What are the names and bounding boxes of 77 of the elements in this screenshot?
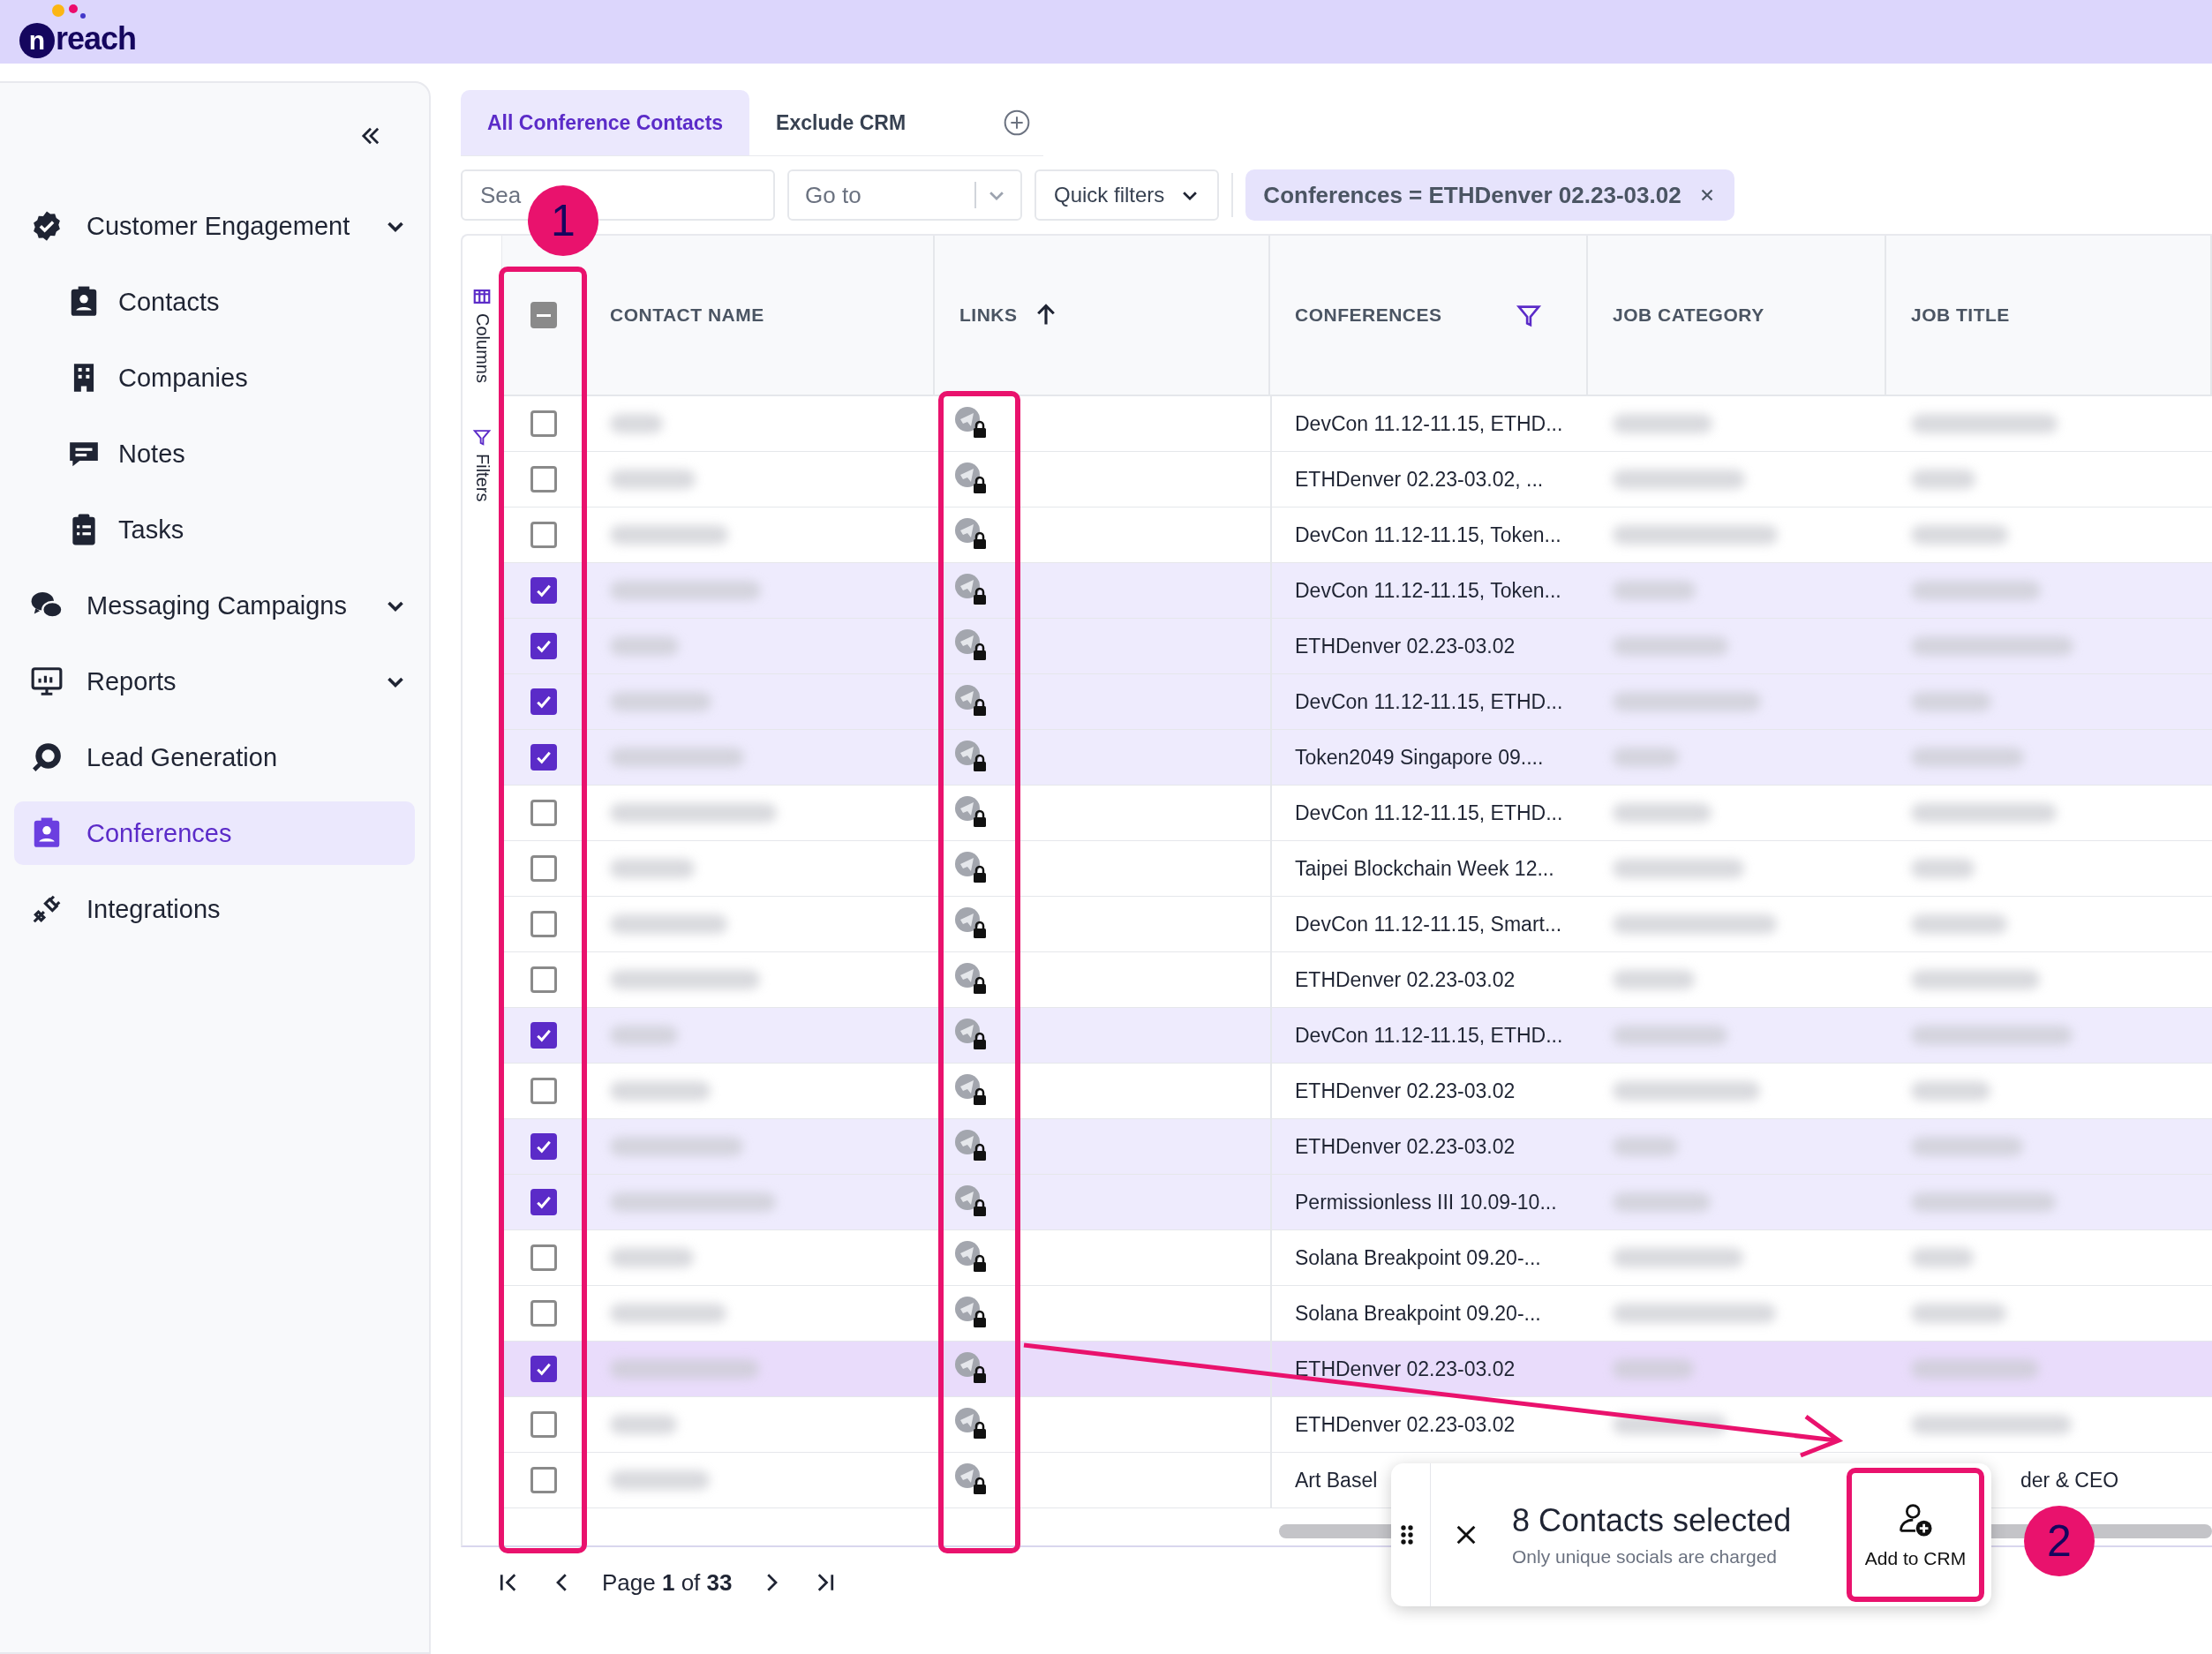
selection-hint: Only unique socials are charged	[1512, 1546, 1778, 1568]
table-cell: DevCon 11.12-11.15, Token...	[1295, 578, 1561, 603]
table-cell: Solana Breakpoint 09.20-...	[1295, 1301, 1541, 1326]
row-checkbox[interactable]	[530, 855, 557, 882]
page-indicator: Page 1 of 33	[602, 1568, 733, 1597]
row-checkbox[interactable]	[530, 1133, 557, 1160]
blurred-text	[610, 414, 663, 433]
row-checkbox[interactable]	[530, 466, 557, 492]
columns-icon	[472, 287, 492, 306]
select-all-checkbox[interactable]	[530, 302, 557, 328]
table-cell: ETHDenver 02.23-03.02	[1295, 1357, 1516, 1381]
table-cell: Taipei Blockchain Week 12...	[1295, 856, 1554, 881]
logo-text: reach	[56, 23, 137, 55]
column-header[interactable]: JOB TITLE	[1886, 236, 2212, 395]
selection-count: 8 Contacts selected	[1512, 1502, 1792, 1539]
logo-mark: n	[19, 23, 55, 58]
row-checkbox[interactable]	[530, 1467, 557, 1493]
table-cell: Token2049 Singapore 09....	[1295, 745, 1544, 770]
row-checkbox[interactable]	[530, 1022, 557, 1049]
row-checkbox[interactable]	[530, 800, 557, 826]
table-cell: DevCon 11.12-11.15, Smart...	[1295, 912, 1562, 936]
row-checkbox[interactable]	[530, 1078, 557, 1104]
table-cell: ETHDenver 02.23-03.02	[1295, 967, 1516, 992]
drag-handle-icon[interactable]	[1400, 1523, 1414, 1546]
sidebar-item[interactable]: Companies	[14, 346, 415, 410]
row-checkbox[interactable]	[530, 688, 557, 715]
column-header[interactable]: LINKS	[935, 236, 1270, 395]
table-cell: Art Basel	[1295, 1468, 1378, 1492]
sidebar-item[interactable]: Reports	[14, 650, 415, 713]
row-checkbox[interactable]	[530, 966, 557, 993]
sidebar-item[interactable]: Contacts	[14, 270, 415, 334]
row-checkbox[interactable]	[530, 1189, 557, 1215]
columns-toggle[interactable]: Columns	[471, 287, 493, 383]
filters-toggle[interactable]: Filters	[471, 426, 493, 502]
blurred-text	[1911, 1248, 1974, 1267]
column-header[interactable]: CONFERENCES	[1270, 236, 1588, 395]
row-checkbox[interactable]	[530, 577, 557, 604]
sidebar-item[interactable]: Customer Engagement	[14, 194, 415, 258]
row-checkbox[interactable]	[530, 1411, 557, 1438]
tab[interactable]: All Conference Contacts	[461, 90, 750, 155]
table-cell: ETHDenver 02.23-03.02	[1295, 634, 1516, 658]
table-cell: Permissionless III 10.09-10...	[1295, 1190, 1557, 1214]
table-cell: ETHDenver 02.23-03.02	[1295, 1412, 1516, 1437]
quick-filters-dropdown[interactable]: Quick filters	[1035, 169, 1220, 221]
row-checkbox[interactable]	[530, 410, 557, 437]
tab[interactable]: Exclude CRM	[749, 90, 933, 155]
add-tab-icon[interactable]	[1003, 109, 1032, 137]
row-checkbox[interactable]	[530, 1356, 557, 1382]
monitor-chart-icon	[30, 665, 64, 698]
table-cell: DevCon 11.12-11.15, ETHD...	[1295, 801, 1563, 825]
search-icon	[30, 741, 64, 774]
sidebar-item[interactable]: Tasks	[14, 498, 415, 561]
table-cell: DevCon 11.12-11.15, ETHD...	[1295, 1023, 1563, 1048]
table-cell: Solana Breakpoint 09.20-...	[1295, 1245, 1541, 1270]
sidebar-item[interactable]: Lead Generation	[14, 726, 415, 789]
filter-chip-label: Conferences = ETHDenver 02.23-03.02	[1263, 181, 1682, 209]
go-to-dropdown[interactable]: Go to	[787, 169, 1022, 221]
table-cell-text: der & CEO	[2020, 1468, 2119, 1492]
table-cell: ETHDenver 02.23-03.02, ...	[1295, 467, 1544, 492]
column-header[interactable]: JOB CATEGORY	[1588, 236, 1886, 395]
sidebar-item[interactable]: Messaging Campaigns	[14, 574, 415, 637]
sidebar-item[interactable]: Conferences	[14, 801, 415, 865]
row-checkbox[interactable]	[530, 1244, 557, 1271]
sidebar-item[interactable]: Integrations	[14, 877, 415, 941]
table-cell: ETHDenver 02.23-03.02	[1295, 1079, 1516, 1103]
blurred-text	[1911, 859, 1975, 878]
table-cell: DevCon 11.12-11.15, ETHD...	[1295, 411, 1563, 436]
annotation-number: 2	[2024, 1506, 2095, 1576]
row-checkbox[interactable]	[530, 744, 557, 771]
row-checkbox[interactable]	[530, 1300, 557, 1327]
table-cell: DevCon 11.12-11.15, Token...	[1295, 523, 1561, 547]
table-cell: DevCon 11.12-11.15, ETHD...	[1295, 689, 1563, 714]
table-cell: ETHDenver 02.23-03.02	[1295, 1134, 1516, 1159]
row-checkbox[interactable]	[530, 633, 557, 659]
sidebar-item[interactable]: Notes	[14, 422, 415, 485]
row-checkbox[interactable]	[530, 522, 557, 548]
row-checkbox[interactable]	[530, 911, 557, 937]
